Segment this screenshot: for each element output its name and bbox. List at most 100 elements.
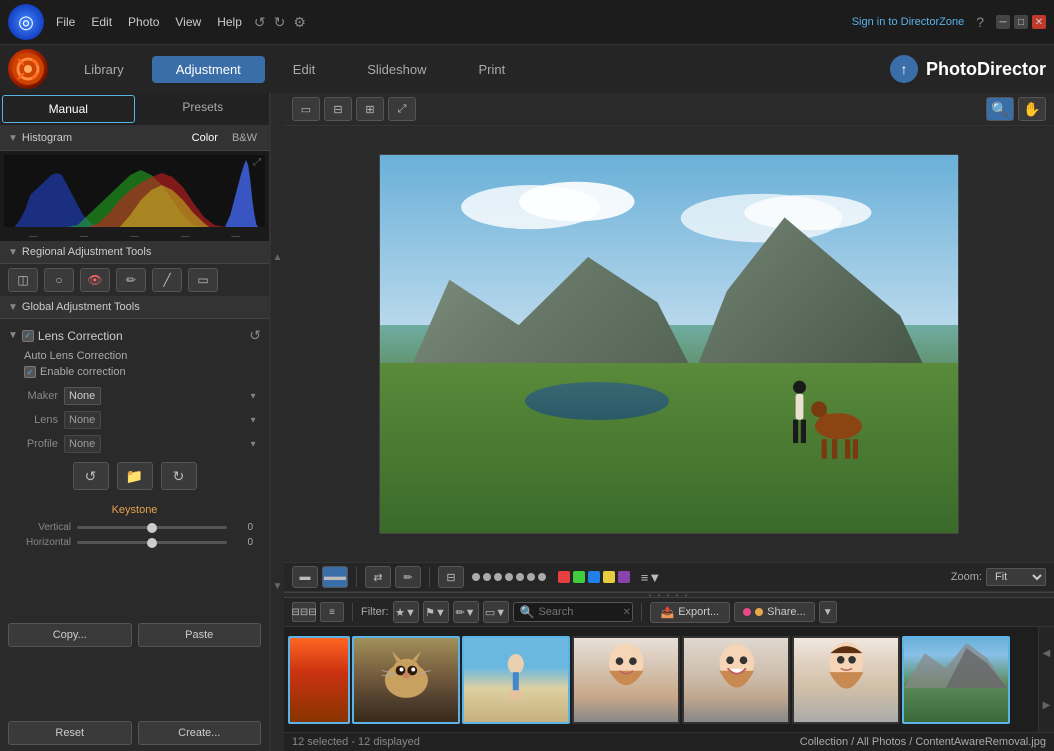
dot-3[interactable]: [494, 573, 502, 581]
create-button[interactable]: Create...: [138, 721, 262, 745]
dot-5[interactable]: [516, 573, 524, 581]
thumbnail-1[interactable]: [288, 636, 350, 724]
menu-file[interactable]: File: [56, 15, 75, 29]
menu-edit[interactable]: Edit: [91, 15, 112, 29]
color-yellow[interactable]: [603, 571, 615, 583]
tool-brush[interactable]: 👁: [80, 268, 110, 292]
filmstrip-btn[interactable]: ▬: [292, 566, 318, 588]
dot-2[interactable]: [483, 573, 491, 581]
sign-in-link[interactable]: Sign in to DirectorZone: [852, 16, 965, 28]
tab-edit[interactable]: Edit: [269, 56, 339, 83]
enable-correction-checkbox[interactable]: ✓: [24, 366, 36, 378]
thumb-scroll-left[interactable]: ◀: [1039, 627, 1054, 680]
tool-radial[interactable]: ○: [44, 268, 74, 292]
menu-help[interactable]: Help: [217, 15, 242, 29]
film-toolbar: ⊟⊟⊟ ≡ Filter: ★▼ ⚑▼ ✏▼ ▭▼ 🔍 ✕ 📤 Export..…: [284, 598, 1054, 627]
maker-select[interactable]: None: [64, 387, 101, 405]
filter-edit-btn[interactable]: ✏▼: [453, 601, 479, 623]
filter-star-btn[interactable]: ★▼: [393, 601, 419, 623]
filter-flag-btn[interactable]: ⚑▼: [423, 601, 449, 623]
thumbnail-4[interactable]: [572, 636, 680, 724]
film-list-view-btn[interactable]: ≡: [320, 602, 344, 622]
dot-1[interactable]: [472, 573, 480, 581]
minimize-button[interactable]: ─: [996, 15, 1010, 29]
help-icon[interactable]: ?: [976, 14, 984, 30]
bw-toggle[interactable]: B&W: [228, 131, 261, 145]
tab-adjustment[interactable]: Adjustment: [152, 56, 265, 83]
folder-btn[interactable]: 📁: [117, 462, 153, 490]
tab-library[interactable]: Library: [60, 56, 148, 83]
zoom-area: Zoom: Fit 25% 50% 100% 200%: [951, 568, 1046, 586]
thumbnail-7[interactable]: ✏: [902, 636, 1010, 724]
color-toggle[interactable]: Color: [188, 131, 222, 145]
thumbnail-6[interactable]: [792, 636, 900, 724]
histogram-canvas: ⤢: [4, 155, 265, 227]
paste-button[interactable]: Paste: [138, 623, 262, 647]
rotate-left-btn[interactable]: ↺: [73, 462, 109, 490]
sort-btn[interactable]: ≡▼: [638, 566, 664, 588]
menu-view[interactable]: View: [175, 15, 201, 29]
color-blue[interactable]: [588, 571, 600, 583]
lens-checkbox[interactable]: ✓: [22, 330, 34, 342]
transform-btn[interactable]: ⇄: [365, 566, 391, 588]
scroll-up-arrow[interactable]: ▲: [271, 93, 284, 422]
compare-btn[interactable]: ▬▬: [322, 566, 348, 588]
single-view-btn[interactable]: ▭: [292, 97, 320, 121]
maximize-button[interactable]: □: [1014, 15, 1028, 29]
search-input[interactable]: [538, 606, 618, 618]
dot-7[interactable]: [538, 573, 546, 581]
lens-correction-header: ▼ ✓ Lens Correction ↺: [8, 323, 261, 348]
layers-btn[interactable]: ⊟: [438, 566, 464, 588]
vertical-slider[interactable]: [77, 526, 227, 529]
profile-select-wrap: None: [64, 435, 261, 453]
dot-4[interactable]: [505, 573, 513, 581]
thumb-scroll-right[interactable]: ▶: [1039, 680, 1054, 733]
dot-6[interactable]: [527, 573, 535, 581]
export-button[interactable]: 📤 Export...: [650, 602, 731, 623]
zoom-tool-btn[interactable]: 🔍: [986, 97, 1014, 121]
profile-select[interactable]: None: [64, 435, 101, 453]
close-button[interactable]: ✕: [1032, 15, 1046, 29]
scroll-down-arrow[interactable]: ▼: [271, 422, 284, 751]
tool-rect[interactable]: ▭: [188, 268, 218, 292]
tool-pen[interactable]: ✏: [116, 268, 146, 292]
color-green[interactable]: [573, 571, 585, 583]
tab-slideshow[interactable]: Slideshow: [343, 56, 450, 83]
tab-presets[interactable]: Presets: [137, 93, 270, 125]
lens-select[interactable]: None: [64, 411, 101, 429]
fullscreen-view-btn[interactable]: ⤢: [388, 97, 416, 121]
horizontal-slider[interactable]: [77, 541, 227, 544]
redo-icon[interactable]: ↻: [274, 14, 286, 31]
share-button[interactable]: Share...: [734, 602, 815, 622]
tab-manual[interactable]: Manual: [2, 95, 135, 123]
rotate-right-btn[interactable]: ↻: [161, 462, 197, 490]
color-purple[interactable]: [618, 571, 630, 583]
vertical-thumb[interactable]: [147, 523, 157, 533]
search-clear-btn[interactable]: ✕: [622, 607, 630, 618]
compare-view-btn[interactable]: ⊟: [324, 97, 352, 121]
tool-gradient[interactable]: ◫: [8, 268, 38, 292]
undo-icon[interactable]: ↺: [254, 14, 266, 31]
thumbnail-3[interactable]: [462, 636, 570, 724]
histogram-header[interactable]: ▼ Histogram Color B&W: [0, 126, 269, 151]
thumbnail-5[interactable]: [682, 636, 790, 724]
filter-more-btn[interactable]: ▭▼: [483, 601, 509, 623]
share-dropdown-btn[interactable]: ▼: [819, 601, 837, 623]
tool-eraser[interactable]: ╱: [152, 268, 182, 292]
thumbnail-2[interactable]: [352, 636, 460, 724]
color-red[interactable]: [558, 571, 570, 583]
lens-reset[interactable]: ↺: [249, 327, 261, 344]
reset-button[interactable]: Reset: [8, 721, 132, 745]
histogram-expand[interactable]: ⤢: [253, 157, 261, 168]
copy-button[interactable]: Copy...: [8, 623, 132, 647]
brush-tool-btn[interactable]: ✏: [395, 566, 421, 588]
settings-icon[interactable]: ⚙: [293, 14, 306, 31]
tab-print[interactable]: Print: [454, 56, 529, 83]
global-tools-header[interactable]: ▼ Global Adjustment Tools: [0, 296, 269, 319]
hand-tool-btn[interactable]: ✋: [1018, 97, 1046, 121]
menu-photo[interactable]: Photo: [128, 15, 159, 29]
film-strip-view-btn[interactable]: ⊟⊟⊟: [292, 602, 316, 622]
zoom-select[interactable]: Fit 25% 50% 100% 200%: [986, 568, 1046, 586]
horizontal-thumb[interactable]: [147, 538, 157, 548]
grid-view-btn[interactable]: ⊞: [356, 97, 384, 121]
